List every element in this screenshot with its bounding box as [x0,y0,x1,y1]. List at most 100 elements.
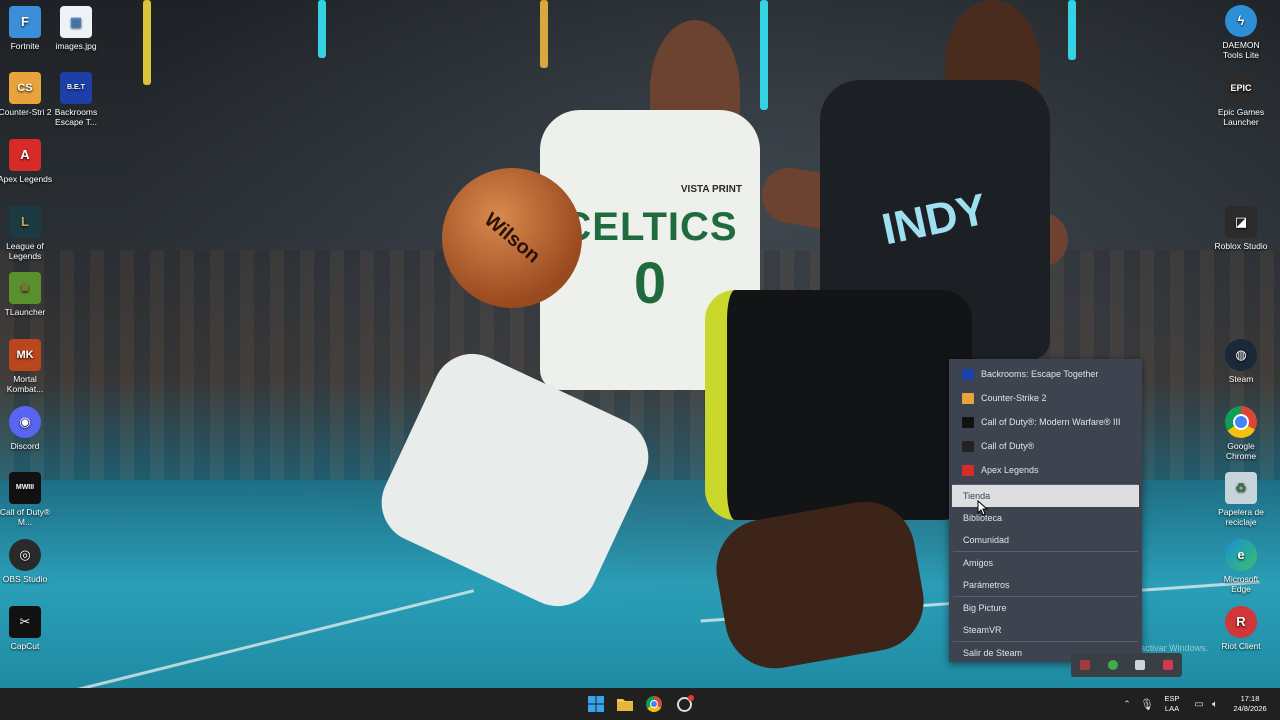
discord-shortcut[interactable]: ◉ Discord [0,406,53,451]
call-of-duty-mw-shortcut[interactable]: MWIII Call of Duty® M... [0,472,53,527]
league-of-legends-shortcut[interactable]: L League of Legends [0,206,53,261]
riot-client-shortcut[interactable]: R Riot Client [1213,606,1269,651]
microphone-icon[interactable]: 🎙︎ [1138,695,1156,713]
capcut-shortcut[interactable]: ✂ CapCut [0,606,53,651]
menu-recent-game[interactable]: Call of Duty®: Modern Warfare® III [949,410,1142,434]
roblox-studio-shortcut[interactable]: ◪ Roblox Studio [1213,206,1269,251]
daemon-tools-shortcut[interactable]: ϟ DAEMON Tools Lite [1213,5,1269,60]
show-hidden-icons-chevron[interactable]: ⌃ [1118,695,1136,713]
clock-date: 24/8/2026 [1233,704,1267,713]
epic-games-icon: EPIC [1225,72,1257,104]
celtics-jersey-text: CELTICS [562,204,738,249]
backrooms-icon [962,368,974,380]
recycle-bin-icon: ♻ [1225,472,1257,504]
riot-client-icon: R [1225,606,1257,638]
counter-strike-icon [962,392,974,404]
chrome-icon [646,696,662,712]
clock[interactable]: 17:18 24/8/2026 [1226,694,1274,714]
celtics-jersey-number: 0 [633,250,667,316]
arena-light [143,0,151,85]
menu-item-big-picture[interactable]: Big Picture [949,597,1142,619]
input-language-indicator[interactable]: ESP LAA [1160,694,1184,714]
shortcut-label: Riot Client [1221,641,1261,651]
menu-recent-game[interactable]: Call of Duty® [949,434,1142,458]
menu-item-label: Apex Legends [981,465,1039,475]
menu-item-steamvr[interactable]: SteamVR [949,619,1142,641]
shortcut-label: Discord [10,441,40,451]
pacers-leg [708,493,932,677]
steam-icon: ◍ [1225,339,1257,371]
shortcut-label: Papelera de reciclaje [1218,507,1264,527]
apex-legends-icon [962,464,974,476]
menu-item-amigos[interactable]: Amigos [949,552,1142,574]
shortcut-label: TLauncher [4,307,46,317]
tlauncher-shortcut[interactable]: ■ TLauncher [0,272,53,317]
basketball: Wilson [442,168,582,308]
menu-recent-game[interactable]: Counter-Strike 2 [949,386,1142,410]
menu-item-parametros[interactable]: Parámetros [949,574,1142,596]
shortcut-label: images.jpg [55,41,97,51]
call-of-duty-icon: MWIII [9,472,41,504]
shortcut-label: Apex Legends [0,174,53,184]
menu-item-label: Call of Duty® [981,441,1035,451]
shortcut-label: Backrooms Escape T... [54,107,98,127]
chrome-icon [1225,406,1257,438]
menu-recent-game[interactable]: Backrooms: Escape Together [949,362,1142,386]
shortcut-label: League of Legends [6,241,44,261]
volume-icon[interactable]: 🔈︎ [1206,695,1224,713]
ball-brand: Wilson [480,208,545,268]
arena-light [1068,0,1076,60]
tray-app-icon[interactable] [1135,660,1146,670]
google-chrome-shortcut[interactable]: Google Chrome [1213,406,1269,461]
steam-shortcut[interactable]: ◍ Steam [1213,339,1269,384]
counter-strike-shortcut[interactable]: CS Counter-Stri 2 [0,72,53,117]
counter-strike-icon: CS [9,72,41,104]
chrome-taskbar-button[interactable] [645,695,663,713]
microsoft-edge-shortcut[interactable]: e Microsoft Edge [1213,539,1269,594]
fortnite-icon: F [9,6,41,38]
fortnite-shortcut[interactable]: F Fortnite [0,6,53,51]
obs-taskbar-button[interactable] [675,694,694,713]
tlauncher-icon: ■ [9,272,41,304]
tray-app-icon[interactable] [1107,660,1118,670]
roblox-studio-icon: ◪ [1225,206,1257,238]
discord-icon: ◉ [9,406,41,438]
windows-start-button[interactable] [587,695,605,713]
menu-item-label: Counter-Strike 2 [981,393,1047,403]
arena-light [318,0,326,58]
shortcut-label: Google Chrome [1225,441,1257,461]
arena-light [540,0,548,68]
tray-app-icon[interactable] [1079,660,1090,670]
menu-item-label: Backrooms: Escape Together [981,369,1099,379]
windows-icon [588,696,604,712]
backrooms-shortcut[interactable]: B.E.T Backrooms Escape T... [48,72,104,127]
tray-app-icon[interactable] [1163,660,1174,670]
menu-item-comunidad[interactable]: Comunidad [949,529,1142,551]
recycle-bin-shortcut[interactable]: ♻ Papelera de reciclaje [1213,472,1269,527]
pacers-shorts [705,290,972,520]
folder-icon [617,699,633,711]
region-code: LAA [1164,704,1180,713]
language-code: ESP [1164,694,1180,703]
capcut-icon: ✂ [9,606,41,638]
court-line [65,589,475,688]
mortal-kombat-icon: MK [9,339,41,371]
epic-games-shortcut[interactable]: EPIC Epic Games Launcher [1213,72,1269,127]
league-of-legends-icon: L [9,206,41,238]
menu-item-label: Call of Duty®: Modern Warfare® III [981,417,1121,427]
obs-studio-shortcut[interactable]: ◎ OBS Studio [0,539,53,584]
shortcut-label: Mortal Kombat... [6,374,44,394]
hidden-tray-icons-popup [1071,653,1182,677]
file-explorer-button[interactable] [616,695,634,713]
call-of-duty-icon [962,440,974,452]
shortcut-label: CapCut [10,641,40,651]
shortcut-label: Fortnite [10,41,40,51]
arena-light [760,0,768,110]
apex-legends-shortcut[interactable]: A Apex Legends [0,139,53,184]
shortcut-label: Call of Duty® M... [0,507,51,527]
mortal-kombat-shortcut[interactable]: MK Mortal Kombat... [0,339,53,394]
pacers-jersey-text: INDY [878,184,992,255]
menu-recent-game[interactable]: Apex Legends [949,458,1142,482]
images-file-shortcut[interactable]: ▦ images.jpg [48,6,104,51]
clock-time: 17:18 [1240,694,1260,703]
